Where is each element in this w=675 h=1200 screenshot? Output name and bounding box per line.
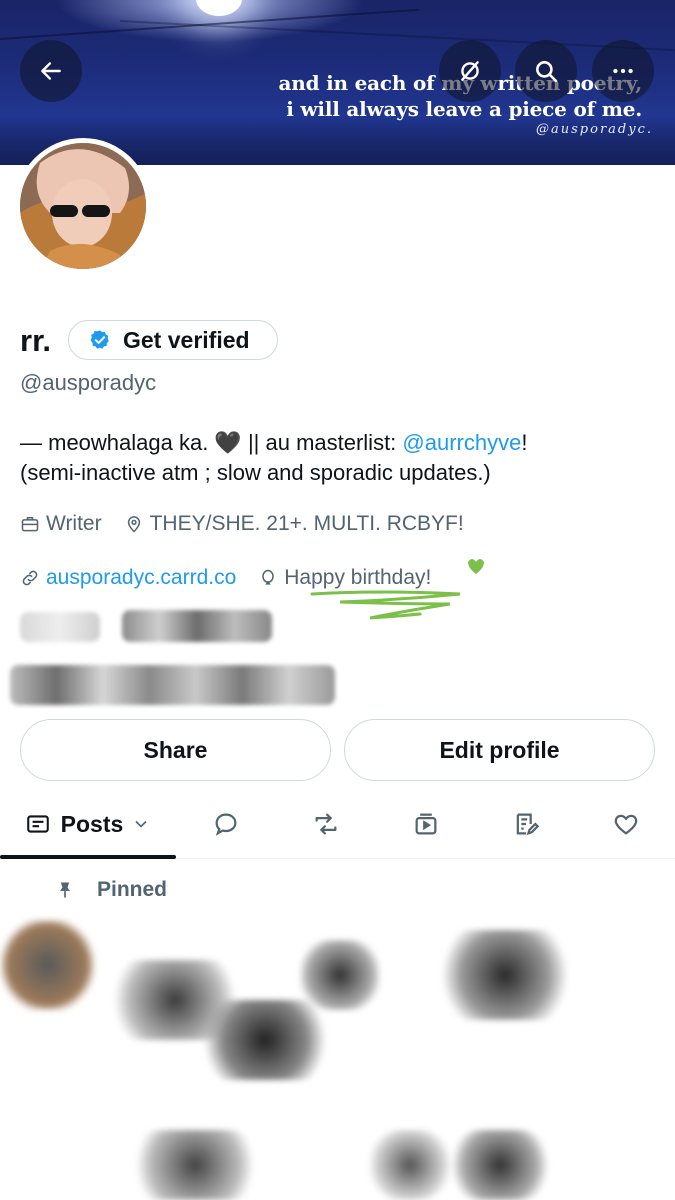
chevron-down-icon	[135, 820, 147, 828]
profession-label: Writer	[46, 512, 102, 535]
avatar-image	[20, 143, 146, 269]
back-button[interactable]	[20, 40, 82, 102]
tab-posts[interactable]: Posts	[0, 790, 176, 858]
redacted-media	[370, 1130, 450, 1200]
replies-icon	[215, 813, 237, 836]
bio: — meowhalaga ka. 🖤 || au masterlist: @au…	[20, 428, 660, 488]
banner-moon	[196, 0, 242, 16]
briefcase-icon	[21, 517, 39, 532]
banner-signature: @ausporadyc.	[536, 122, 653, 137]
display-name: rr.	[20, 323, 52, 358]
redacted-media	[450, 1130, 550, 1200]
redacted-media	[440, 930, 570, 1020]
website-link[interactable]: ausporadyc.carrd.co	[46, 566, 236, 590]
location-label: THEY/SHE. 21+. MULTI. RCBYF!	[149, 512, 464, 535]
get-verified-label: Get verified	[123, 326, 250, 353]
location: THEY/SHE. 21+. MULTI. RCBYF!	[124, 512, 464, 536]
share-button[interactable]: Share	[20, 719, 331, 781]
tab-replies[interactable]	[176, 790, 276, 858]
redacted-media	[300, 940, 380, 1010]
bio-mention-link[interactable]: @aurrchyve	[402, 430, 521, 455]
redacted-media	[200, 1000, 330, 1080]
profession: Writer	[20, 512, 102, 536]
website[interactable]: ausporadyc.carrd.co	[20, 566, 236, 590]
location-pin-icon	[127, 516, 140, 533]
get-verified-button[interactable]: Get verified	[68, 320, 278, 360]
pinned-label: Pinned	[55, 878, 167, 902]
edit-profile-button[interactable]: Edit profile	[344, 719, 655, 781]
back-arrow-icon	[41, 62, 61, 80]
bio-text-line2: (semi-inactive atm ; slow and sporadic u…	[20, 460, 491, 485]
tab-posts-label: Posts	[60, 810, 124, 837]
profile-tabs: Posts	[0, 790, 675, 859]
verified-badge-icon	[90, 330, 109, 349]
more-icon	[613, 68, 633, 74]
link-icon	[22, 570, 38, 586]
grok-icon	[461, 61, 479, 81]
handle: @ausporadyc	[20, 370, 157, 395]
active-tab-indicator	[0, 855, 176, 859]
banner-wire	[119, 20, 675, 52]
balloon-icon	[262, 569, 275, 585]
tab-likes[interactable]	[576, 790, 675, 858]
more-button[interactable]	[592, 40, 654, 102]
search-button[interactable]	[515, 40, 577, 102]
articles-icon	[516, 813, 540, 836]
avatar-illustration	[20, 143, 146, 269]
pin-icon	[60, 882, 70, 898]
tab-reposts[interactable]	[276, 790, 376, 858]
profile-meta-row: Writer THEY/SHE. 21+. MULTI. RCBYF!	[20, 512, 486, 536]
grok-button[interactable]	[439, 40, 501, 102]
doodle-underline	[310, 559, 484, 620]
media-icon	[415, 813, 437, 835]
redacted-media	[130, 1130, 260, 1200]
search-icon	[536, 61, 558, 83]
bio-text: !	[521, 430, 528, 455]
redacted-text	[122, 610, 272, 642]
redacted-text	[20, 612, 100, 642]
reposts-icon	[315, 813, 337, 835]
pinned-text: Pinned	[97, 878, 168, 901]
tab-media[interactable]	[376, 790, 476, 858]
bio-text: — meowhalaga ka. 🖤 || au masterlist:	[20, 430, 403, 455]
likes-icon	[614, 814, 637, 835]
posts-icon	[26, 815, 49, 833]
redacted-text	[10, 665, 335, 705]
redacted-media	[0, 920, 95, 1010]
tab-articles[interactable]	[476, 790, 576, 858]
avatar[interactable]	[15, 138, 151, 274]
